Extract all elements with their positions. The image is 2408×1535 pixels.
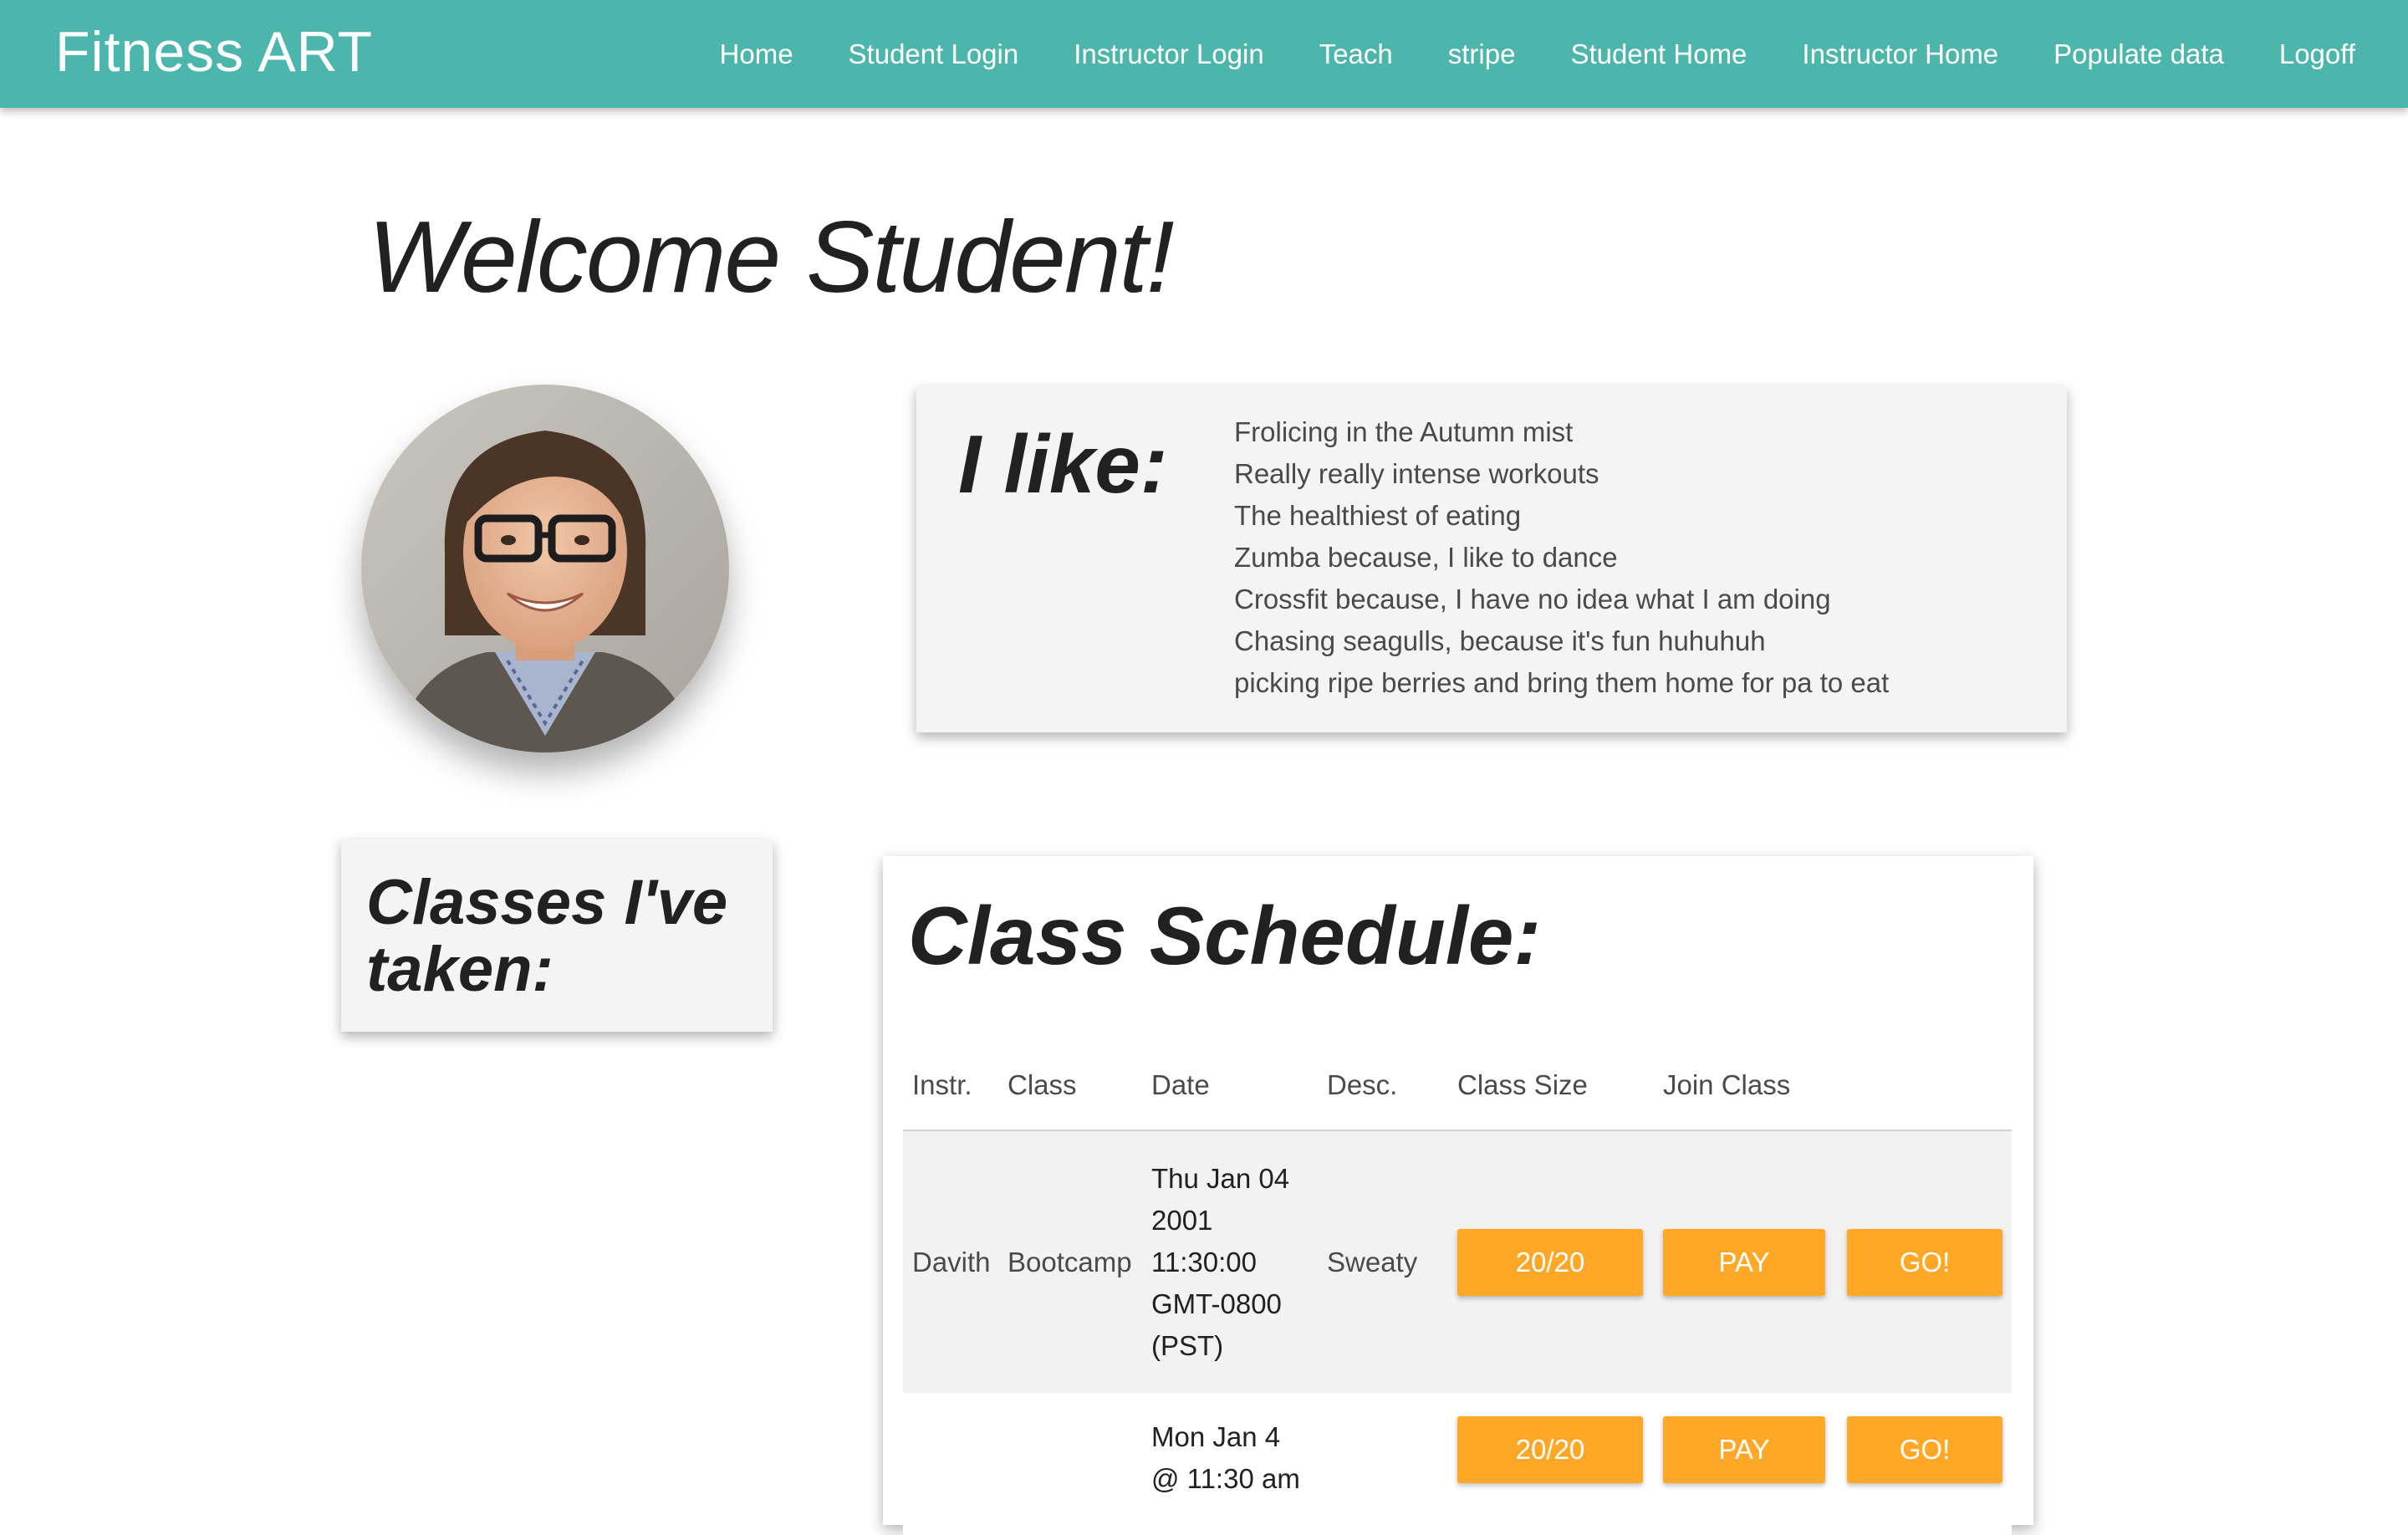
nav-item-student-home[interactable]: Student Home — [1543, 40, 1774, 68]
table-header-row: Instr. Class Date Desc. Class Size Join … — [903, 1040, 2012, 1131]
cell-instructor — [903, 1393, 998, 1535]
avatar-photo — [361, 385, 729, 752]
cell-desc: Sweaty — [1318, 1130, 1448, 1393]
nav-item-stripe[interactable]: stripe — [1421, 40, 1543, 68]
cell-date: Thu Jan 04 2001 11:30:00 GMT-0800 (PST) — [1142, 1130, 1318, 1393]
class-schedule-card: Class Schedule: Instr. Class Date Desc. … — [883, 856, 2033, 1535]
cell-date: Mon Jan 4 @ 11:30 am — [1142, 1393, 1318, 1535]
date-line: @ 11:30 am — [1151, 1463, 1300, 1494]
likes-item: The healthiest of eating — [1234, 500, 1522, 531]
cell-desc — [1318, 1393, 1448, 1535]
classes-taken-card: Classes I've taken: — [341, 839, 773, 1032]
likes-item: Frolicing in the Autumn mist — [1234, 416, 1574, 447]
date-line: Mon Jan 4 — [1151, 1421, 1281, 1452]
cell-instructor: Davith — [903, 1130, 998, 1393]
likes-card: I like: Frolicing in the Autumn mist Rea… — [916, 386, 2067, 732]
class-schedule-table: Instr. Class Date Desc. Class Size Join … — [903, 1040, 2012, 1535]
date-line: (PST) — [1151, 1329, 1224, 1361]
cell-pay: PAY — [1654, 1393, 1838, 1535]
class-size-button[interactable]: 20/20 — [1457, 1416, 1643, 1483]
go-button[interactable]: GO! — [1847, 1416, 2002, 1483]
cell-go: GO! — [1838, 1130, 2012, 1393]
top-navbar: Fitness ART Home Student Login Instructo… — [0, 0, 2408, 108]
date-line: GMT-0800 — [1151, 1288, 1282, 1319]
likes-item: Chasing seagulls, because it's fun huhuh… — [1234, 625, 1766, 656]
brand-logo[interactable]: Fitness ART — [55, 18, 373, 87]
go-button[interactable]: GO! — [1847, 1228, 2002, 1296]
page-title: Welcome Student! — [368, 200, 1175, 314]
likes-item: picking ripe berries and bring them home… — [1234, 667, 1890, 698]
nav-item-populate-data[interactable]: Populate data — [2026, 40, 2252, 68]
date-line: 2001 — [1151, 1204, 1213, 1236]
column-header-class-size: Class Size — [1448, 1040, 1654, 1131]
likes-item: Really really intense workouts — [1234, 458, 1599, 489]
cell-go: GO! — [1838, 1393, 2012, 1535]
column-header-class: Class — [998, 1040, 1142, 1131]
date-line: Thu Jan 04 — [1151, 1162, 1290, 1194]
cell-class-size: 20/20 — [1448, 1393, 1654, 1535]
cell-class: Bootcamp — [998, 1130, 1142, 1393]
pay-button[interactable]: PAY — [1663, 1416, 1825, 1483]
pay-button[interactable]: PAY — [1663, 1228, 1825, 1296]
nav-links: Home Student Login Instructor Login Teac… — [692, 0, 2383, 108]
likes-list: Frolicing in the Autumn mist Really real… — [1234, 411, 1889, 704]
table-row: Mon Jan 4 @ 11:30 am 20/20 PAY GO! — [903, 1393, 2012, 1535]
class-size-button[interactable]: 20/20 — [1457, 1228, 1643, 1296]
table-row: Davith Bootcamp Thu Jan 04 2001 11:30:00… — [903, 1130, 2012, 1393]
avatar — [361, 385, 729, 752]
nav-item-home[interactable]: Home — [692, 40, 821, 68]
cell-class — [998, 1393, 1142, 1535]
date-line: 11:30:00 — [1151, 1246, 1258, 1277]
nav-item-student-login[interactable]: Student Login — [821, 40, 1047, 68]
likes-item: Crossfit because, I have no idea what I … — [1234, 584, 1831, 615]
cell-pay: PAY — [1654, 1130, 1838, 1393]
likes-title: I like: — [958, 418, 1168, 510]
nav-item-instructor-home[interactable]: Instructor Home — [1774, 40, 2026, 68]
likes-item: Zumba because, I like to dance — [1234, 542, 1618, 573]
column-header-desc: Desc. — [1318, 1040, 1448, 1131]
class-schedule-title: Class Schedule: — [908, 890, 1542, 982]
nav-item-teach[interactable]: Teach — [1292, 40, 1421, 68]
cell-class-size: 20/20 — [1448, 1130, 1654, 1393]
nav-item-logoff[interactable]: Logoff — [2252, 40, 2383, 68]
column-header-date: Date — [1142, 1040, 1318, 1131]
nav-item-instructor-login[interactable]: Instructor Login — [1046, 40, 1291, 68]
column-header-join-class: Join Class — [1654, 1040, 2012, 1131]
classes-taken-title: Classes I've taken: — [366, 867, 728, 1005]
column-header-instructor: Instr. — [903, 1040, 998, 1131]
